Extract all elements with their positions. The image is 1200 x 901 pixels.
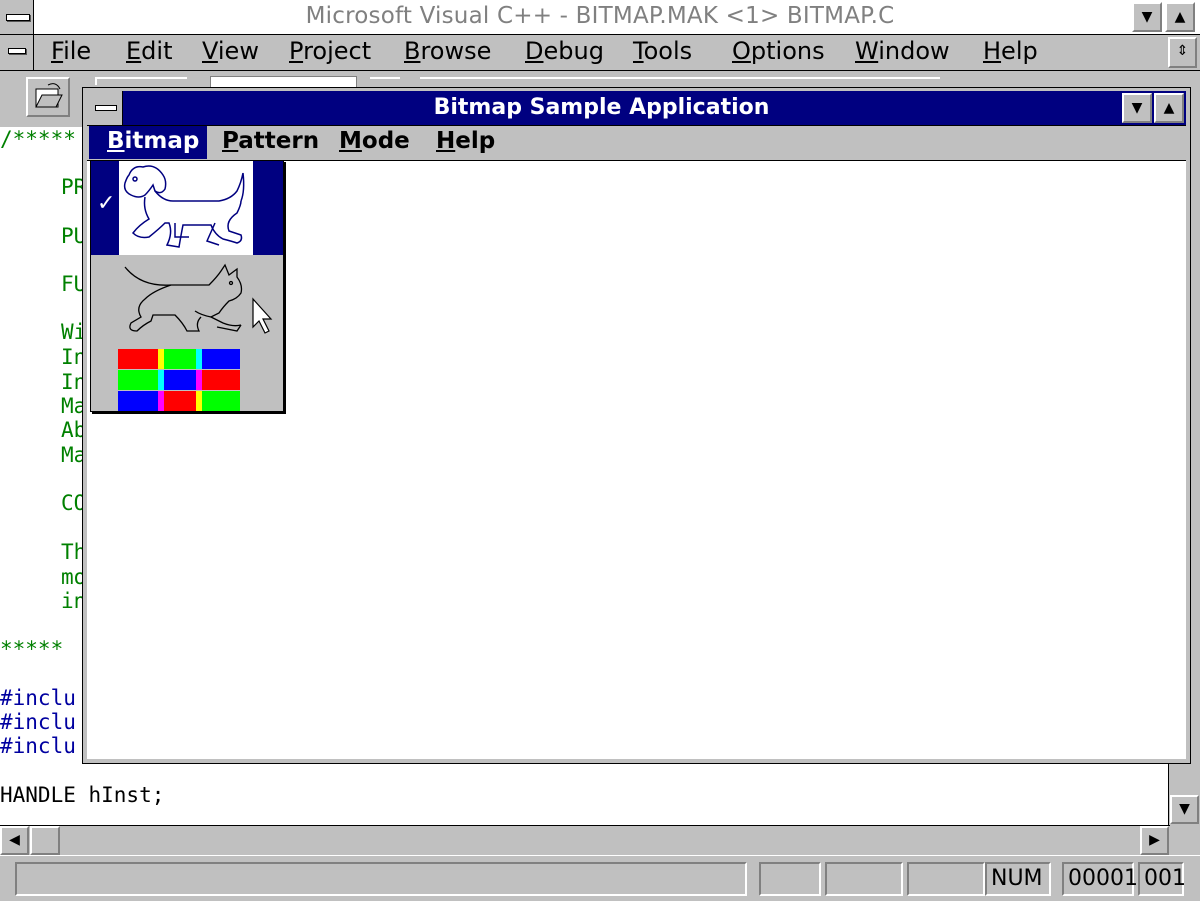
open-file-button[interactable] — [26, 77, 70, 117]
menu-help[interactable]: Help — [983, 37, 1038, 65]
arrow-left-icon: ◀ — [9, 832, 20, 848]
code-line: /***** — [0, 127, 76, 151]
menu-help[interactable]: Help — [436, 128, 495, 154]
menu-edit[interactable]: Edit — [126, 37, 172, 65]
arrow-up-icon: ▲ — [1174, 9, 1186, 25]
menu-item-color-blocks[interactable] — [91, 343, 283, 411]
child-minimize-button[interactable]: ▼ — [1122, 93, 1152, 123]
toolbar-button-edge[interactable] — [95, 77, 187, 85]
menu-window[interactable]: Window — [855, 37, 950, 65]
menu-item-cat[interactable] — [91, 255, 283, 343]
status-bar: NUM 00001 001 — [0, 855, 1200, 901]
menu-file[interactable]: File — [51, 37, 91, 65]
dog-icon — [123, 165, 245, 248]
document-menu-icon — [8, 48, 26, 54]
child-title: Bitmap Sample Application — [433, 95, 770, 120]
num-lock-indicator: NUM — [985, 862, 1051, 896]
menu-pattern[interactable]: Pattern — [222, 128, 319, 154]
cat-icon — [124, 263, 273, 334]
menu-debug[interactable]: Debug — [525, 37, 604, 65]
document-restore-button[interactable]: ⇕ — [1168, 37, 1197, 68]
document-system-menu-button[interactable] — [0, 35, 34, 70]
scroll-down-button[interactable]: ▼ — [1170, 795, 1199, 824]
code-line: #inclu — [0, 686, 76, 710]
minimize-button[interactable]: ▼ — [1132, 2, 1162, 32]
app-title: Microsoft Visual C++ - BITMAP.MAK <1> BI… — [305, 3, 895, 29]
dog-bitmap — [119, 161, 253, 255]
scroll-left-button[interactable]: ◀ — [0, 826, 29, 855]
maximize-button[interactable]: ▲ — [1165, 2, 1195, 32]
open-folder-icon — [35, 83, 63, 108]
code-line: #inclu — [0, 734, 76, 758]
arrow-up-icon: ▲ — [1163, 100, 1175, 116]
menu-tools[interactable]: Tools — [633, 37, 692, 65]
arrow-updown-icon: ⇕ — [1176, 43, 1189, 59]
child-menu-bar: Bitmap Pattern Mode Help — [87, 126, 1186, 161]
status-pane — [825, 862, 903, 896]
color-blocks-bitmap — [118, 349, 240, 411]
menu-project[interactable]: Project — [289, 37, 371, 65]
line-number: 00001 — [1062, 862, 1138, 896]
bitmap-dropdown-menu: ✓ — [90, 160, 284, 412]
arrow-right-icon: ▶ — [1149, 832, 1160, 848]
child-title-bar[interactable]: Bitmap Sample Application ▼ ▲ — [87, 91, 1186, 126]
menu-item-dog[interactable]: ✓ — [91, 161, 283, 255]
status-pane — [907, 862, 985, 896]
arrow-down-icon: ▼ — [1141, 9, 1153, 25]
system-menu-icon — [95, 105, 117, 111]
toolbar-button-edge[interactable] — [370, 77, 400, 85]
code-line: HANDLE hInst; — [0, 783, 165, 807]
menu-browse[interactable]: Browse — [404, 37, 491, 65]
cursor-icon — [252, 297, 273, 334]
status-pane — [759, 862, 821, 896]
menu-options[interactable]: Options — [732, 37, 825, 65]
child-maximize-button[interactable]: ▲ — [1154, 93, 1184, 123]
app-title-bar[interactable]: Microsoft Visual C++ - BITMAP.MAK <1> BI… — [0, 0, 1200, 35]
status-message — [15, 862, 747, 896]
scroll-right-button[interactable]: ▶ — [1140, 826, 1169, 855]
menu-view[interactable]: View — [202, 37, 259, 65]
toolbar-buttons-row[interactable] — [420, 77, 940, 85]
child-system-menu-button[interactable] — [87, 91, 123, 125]
menu-bitmap[interactable]: Bitmap — [107, 128, 199, 154]
editor-horizontal-scrollbar[interactable]: ◀ ▶ — [0, 825, 1170, 855]
arrow-down-icon: ▼ — [1131, 100, 1143, 116]
code-line: ***** — [0, 637, 64, 661]
column-number: 001 — [1138, 862, 1186, 896]
app-menu-bar: File Edit View Project Browse Debug Tool… — [0, 35, 1200, 71]
code-line: #inclu — [0, 710, 76, 734]
menu-mode[interactable]: Mode — [339, 128, 410, 154]
arrow-down-icon: ▼ — [1179, 801, 1190, 817]
scroll-thumb[interactable] — [30, 826, 60, 855]
checkmark-icon: ✓ — [97, 191, 116, 216]
